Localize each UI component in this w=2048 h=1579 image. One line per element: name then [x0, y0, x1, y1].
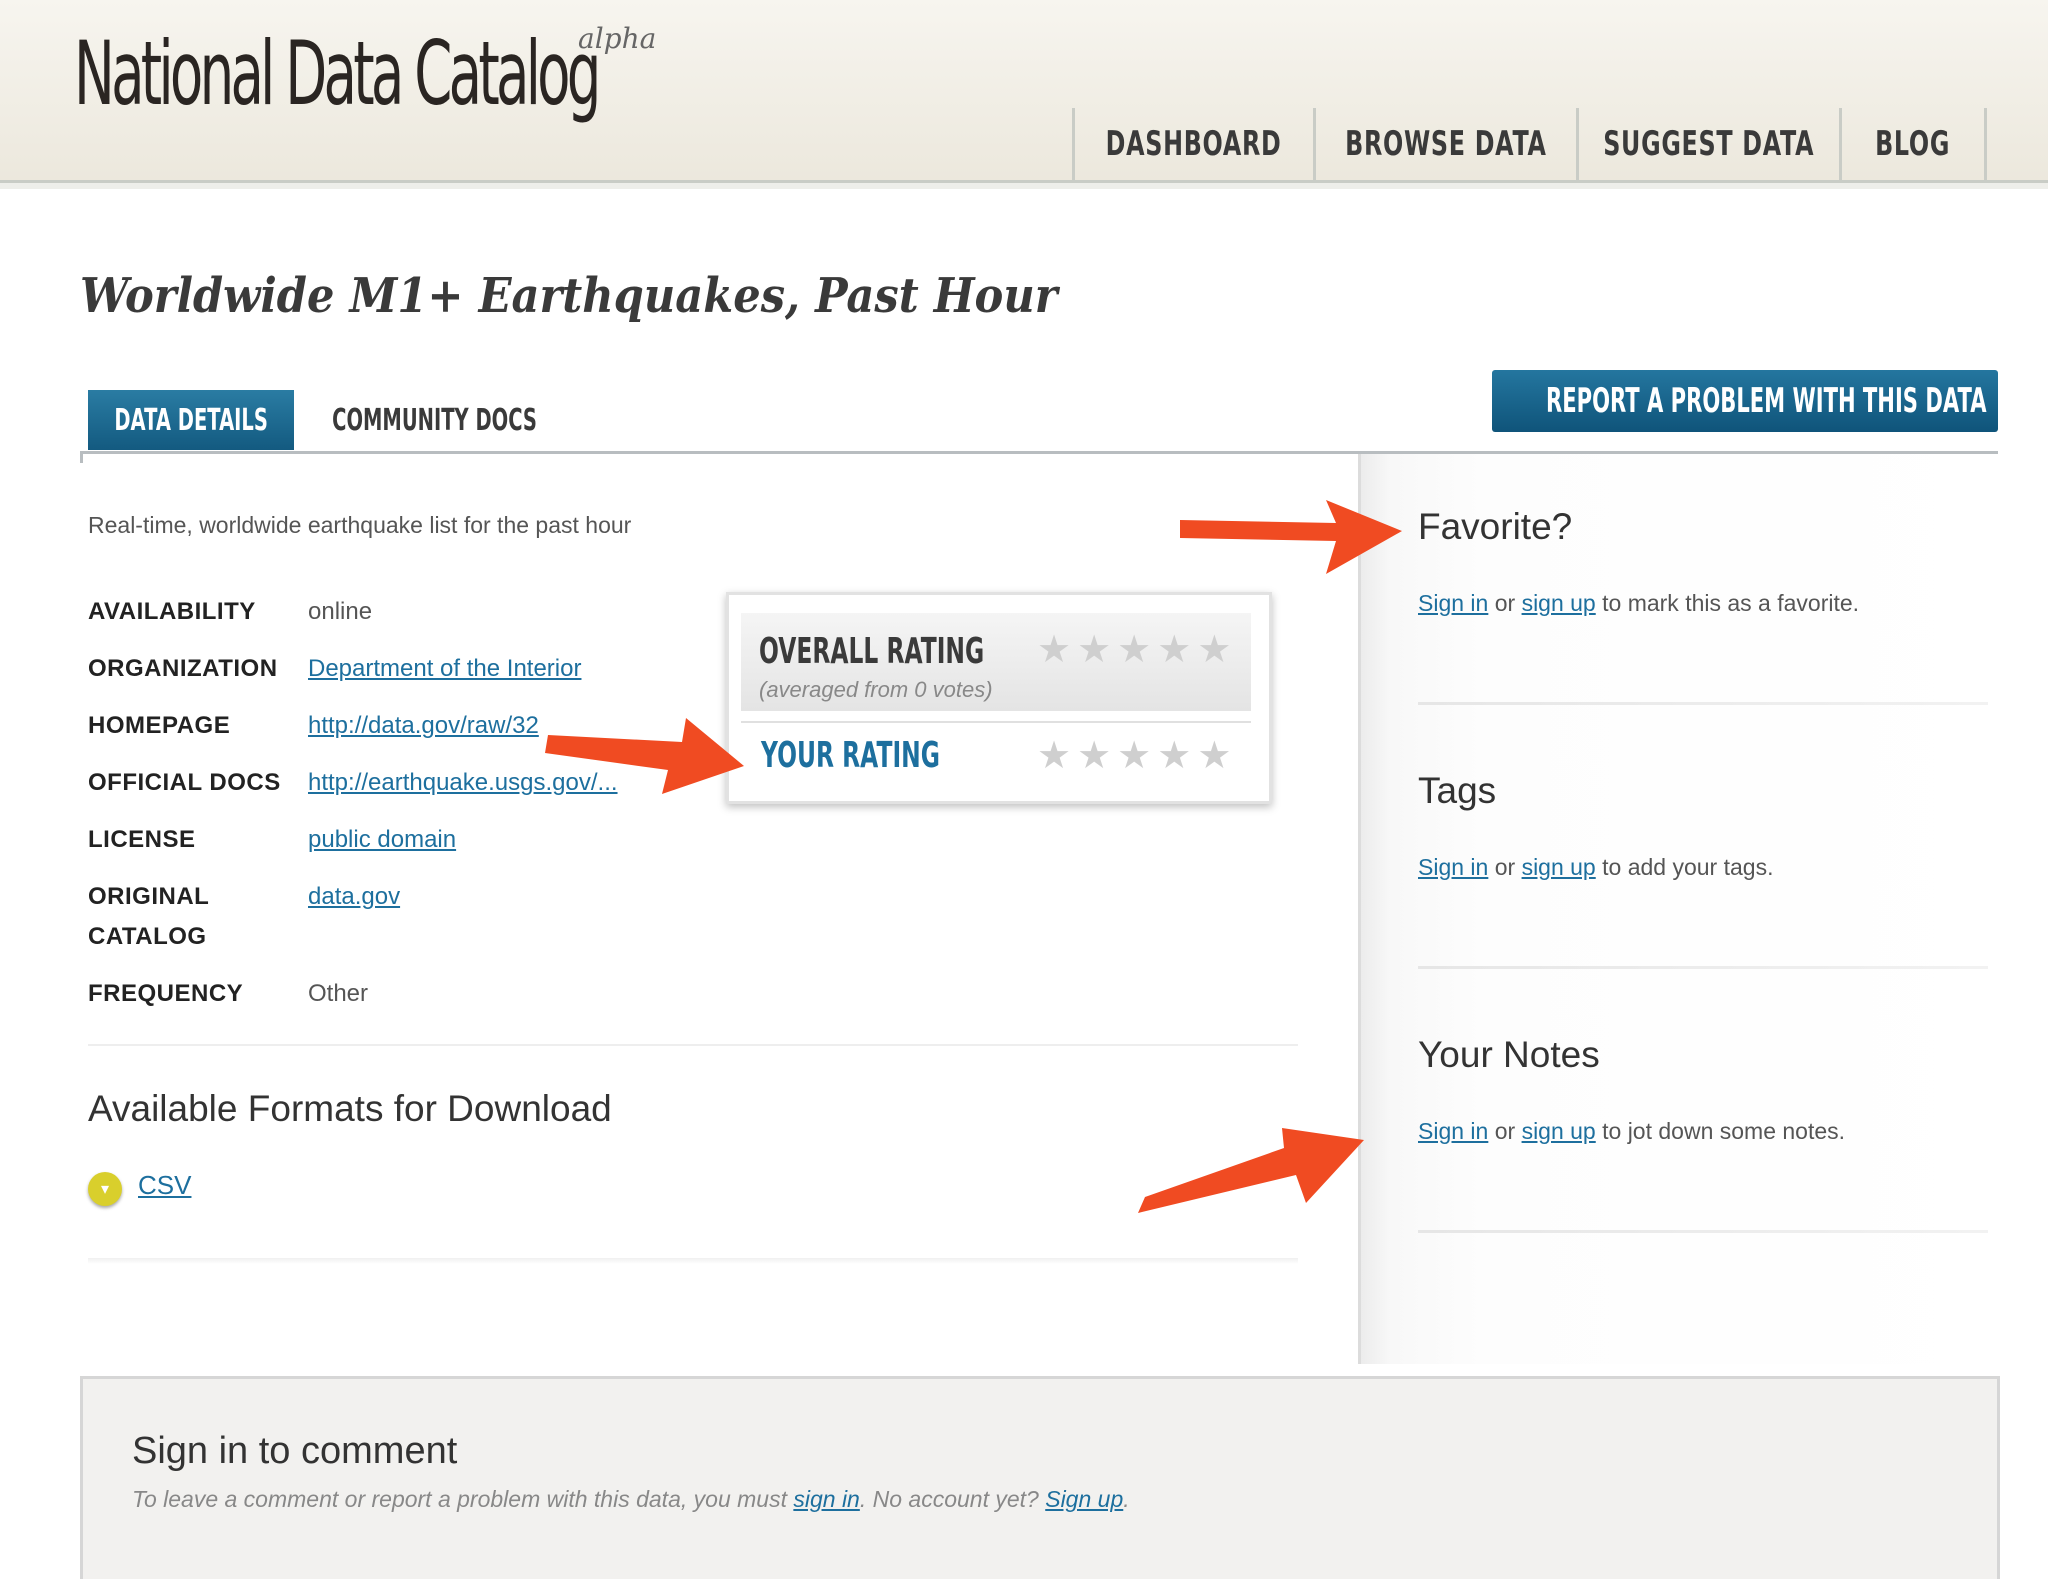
detail-label: OFFICIAL DOCS	[88, 769, 281, 796]
organization-link[interactable]: Department of the Interior	[308, 655, 581, 682]
detail-label: ORIGINAL CATALOG	[88, 877, 308, 957]
header-strip	[0, 183, 2048, 189]
page-title: Worldwide M1+ Earthquakes, Past Hour	[80, 268, 1058, 324]
csv-download-link[interactable]: CSV	[138, 1170, 191, 1201]
detail-label-line: ORIGINAL	[88, 883, 210, 910]
official-docs-link[interactable]: http://earthquake.usgs.gov/...	[308, 769, 618, 796]
prompt-text: to add your tags.	[1602, 854, 1774, 880]
detail-official-docs: OFFICIAL DOCS http://earthquake.usgs.gov…	[88, 763, 648, 803]
tab-corner-left	[80, 451, 83, 463]
star-icon: ★	[1157, 629, 1192, 671]
comment-instructions: To leave a comment or report a problem w…	[132, 1486, 1130, 1513]
original-catalog-link[interactable]: data.gov	[308, 883, 400, 910]
connector-text: or	[1494, 590, 1516, 616]
sidebar-divider	[1418, 702, 1988, 705]
license-link[interactable]: public domain	[308, 826, 456, 853]
overall-stars: ★ ★ ★ ★ ★	[1037, 631, 1231, 669]
comment-text: . No account yet?	[859, 1486, 1039, 1512]
availability-value: online	[308, 598, 373, 625]
sidebar-divider	[1418, 966, 1988, 969]
star-icon[interactable]: ★	[1037, 737, 1071, 775]
rating-divider	[741, 721, 1251, 723]
notes-prompt: Sign in or sign up to jot down some note…	[1418, 1118, 1845, 1145]
tab-data-details[interactable]: DATA DETAILS	[88, 390, 294, 450]
detail-license: LICENSE public domain	[88, 820, 648, 860]
connector-text: or	[1494, 1118, 1516, 1144]
section-divider	[88, 1044, 1298, 1046]
dataset-description: Real-time, worldwide earthquake list for…	[88, 512, 632, 538]
your-rating-label: YOUR RATING	[761, 735, 940, 776]
logo-badge: alpha	[578, 22, 657, 55]
detail-label: FREQUENCY	[88, 980, 244, 1007]
sign-up-link[interactable]: sign up	[1522, 590, 1596, 616]
sign-up-link[interactable]: sign up	[1522, 1118, 1596, 1144]
site-header: National Data Catalog alpha DASHBOARD BR…	[0, 0, 2048, 183]
star-icon[interactable]: ★	[1197, 737, 1231, 775]
prompt-text: to mark this as a favorite.	[1602, 590, 1860, 616]
rating-panel: OVERALL RATING (averaged from 0 votes) ★…	[726, 592, 1272, 804]
star-icon: ★	[1037, 629, 1072, 671]
star-icon[interactable]: ★	[1077, 737, 1111, 775]
your-rating-stars: ★ ★ ★ ★ ★	[1037, 737, 1231, 775]
tags-prompt: Sign in or sign up to add your tags.	[1418, 854, 1773, 881]
frequency-value: Other	[308, 980, 369, 1007]
detail-frequency: FREQUENCY Other	[88, 974, 648, 1014]
comment-section	[80, 1376, 2000, 1579]
star-icon: ★	[1117, 629, 1152, 671]
site-logo[interactable]: National Data Catalog	[74, 22, 601, 125]
homepage-link[interactable]: http://data.gov/raw/32	[308, 712, 539, 739]
formats-heading: Available Formats for Download	[88, 1088, 612, 1129]
sidebar-divider	[1418, 1230, 1988, 1233]
tags-heading: Tags	[1418, 770, 1497, 811]
arrow-icon	[1138, 1128, 1364, 1213]
comment-heading: Sign in to comment	[132, 1430, 458, 1472]
sign-up-link[interactable]: sign up	[1522, 854, 1596, 880]
section-divider	[88, 1258, 1298, 1264]
chevron-down-icon[interactable]: ▾	[88, 1172, 122, 1206]
sign-in-link[interactable]: Sign in	[1418, 854, 1488, 880]
overall-rating-votes: (averaged from 0 votes)	[759, 677, 993, 702]
nav-browse-data[interactable]: BROWSE DATA	[1313, 108, 1576, 180]
tab-community-docs[interactable]: COMMUNITY DOCS	[300, 390, 570, 450]
star-icon: ★	[1077, 629, 1112, 671]
star-icon[interactable]: ★	[1157, 737, 1191, 775]
comment-text: To leave a comment or report a problem w…	[132, 1486, 787, 1512]
detail-organization: ORGANIZATION Department of the Interior	[88, 649, 648, 689]
comment-text: .	[1123, 1486, 1130, 1512]
detail-original-catalog: ORIGINAL CATALOG data.gov	[88, 877, 648, 957]
sign-in-link[interactable]: Sign in	[1418, 1118, 1488, 1144]
prompt-text: to jot down some notes.	[1602, 1118, 1846, 1144]
detail-label: AVAILABILITY	[88, 598, 256, 625]
detail-availability: AVAILABILITY online	[88, 592, 648, 632]
nav-divider	[1984, 108, 1987, 180]
main-nav: DASHBOARD BROWSE DATA SUGGEST DATA BLOG	[1072, 108, 1987, 180]
detail-homepage: HOMEPAGE http://data.gov/raw/32	[88, 706, 648, 746]
star-icon: ★	[1197, 629, 1232, 671]
detail-label-line: CATALOG	[88, 923, 207, 950]
nav-suggest-data[interactable]: SUGGEST DATA	[1576, 108, 1839, 180]
nav-blog[interactable]: BLOG	[1839, 108, 1984, 180]
favorite-heading: Favorite?	[1418, 506, 1573, 547]
detail-label: ORGANIZATION	[88, 655, 278, 682]
nav-dashboard[interactable]: DASHBOARD	[1072, 108, 1313, 180]
notes-heading: Your Notes	[1418, 1034, 1600, 1075]
sign-up-link[interactable]: Sign up	[1045, 1486, 1123, 1512]
star-icon[interactable]: ★	[1117, 737, 1151, 775]
sign-in-link[interactable]: sign in	[793, 1486, 859, 1512]
detail-label: HOMEPAGE	[88, 712, 231, 739]
favorite-prompt: Sign in or sign up to mark this as a fav…	[1418, 590, 1859, 617]
sign-in-link[interactable]: Sign in	[1418, 590, 1488, 616]
overall-rating: OVERALL RATING (averaged from 0 votes) ★…	[741, 613, 1251, 711]
connector-text: or	[1494, 854, 1516, 880]
details-list: AVAILABILITY online ORGANIZATION Departm…	[88, 592, 648, 1031]
detail-label: LICENSE	[88, 826, 196, 853]
report-problem-button[interactable]: REPORT A PROBLEM WITH THIS DATA	[1492, 370, 1998, 432]
overall-rating-label: OVERALL RATING	[759, 631, 985, 672]
